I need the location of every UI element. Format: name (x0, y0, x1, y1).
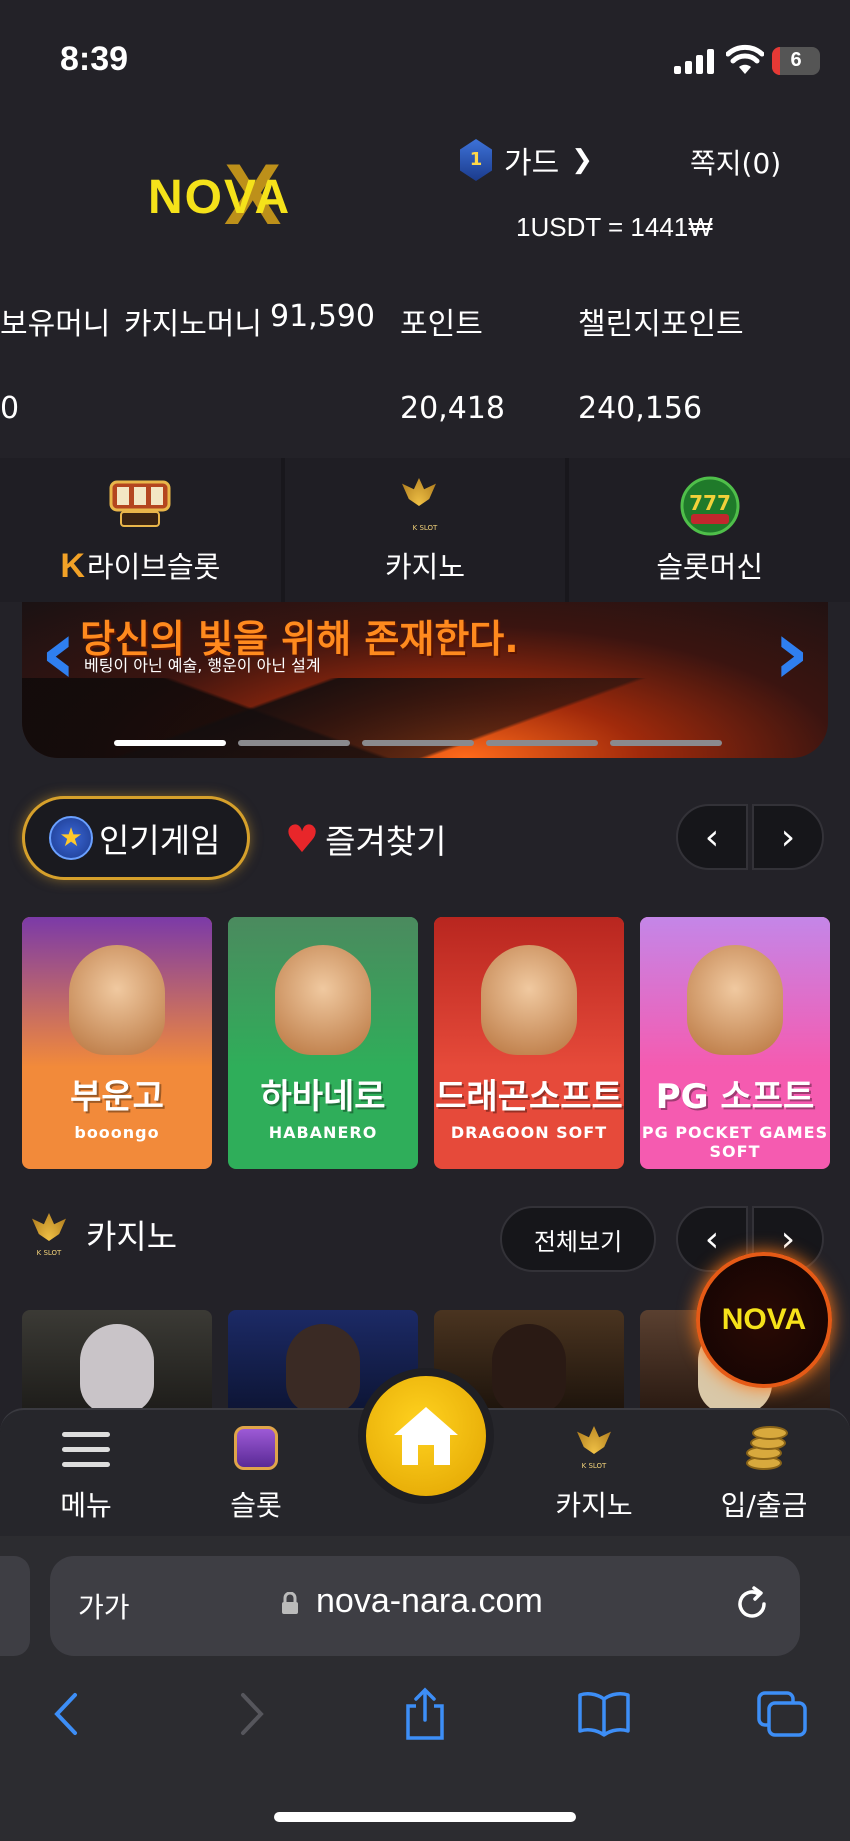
banner-dot[interactable] (486, 740, 598, 746)
banner-dot[interactable] (610, 740, 722, 746)
nova-logo[interactable]: X NOVA (148, 140, 328, 243)
star-icon: ★ (49, 816, 93, 860)
challenge-point-value: 240,156 (578, 391, 703, 426)
games-carousel-nav: ‹ › (676, 804, 824, 870)
banner-dot[interactable] (238, 740, 350, 746)
tab-popular-games[interactable]: ★ 인기게임 (22, 796, 250, 880)
bookmarks-icon[interactable] (574, 1686, 634, 1742)
k-slot-lotus-icon (567, 1424, 621, 1470)
game-provider-card[interactable]: 드래곤소프트 DRAGOON SOFT (434, 917, 624, 1169)
game-provider-card[interactable]: 부운고 booongo (22, 917, 212, 1169)
k-slot-lotus-icon (22, 1211, 76, 1257)
battery-icon: 6 (772, 47, 820, 75)
chevron-down-icon: ❯ (571, 145, 593, 175)
banner-pagination (114, 740, 722, 746)
game-provider-title: 부운고 (70, 1077, 164, 1117)
game-provider-brand: HABANERO (268, 1123, 378, 1142)
game-mascot-image (69, 945, 165, 1055)
k-slot-lotus-icon (392, 476, 458, 532)
app-screen: 8:39 6 X NOVA 1 가드 ❯ 쪽지(0) 1USDT = 1441₩… (0, 0, 850, 1841)
games-next-button[interactable]: › (752, 804, 824, 870)
game-provider-title: PG 소프트 (655, 1077, 815, 1117)
banner-dot[interactable] (114, 740, 226, 746)
url-host: nova-nara.com (316, 1582, 543, 1620)
rank-badge-icon: 1 (460, 139, 492, 181)
browser-chrome: 가가 nova-nara.com (0, 1536, 850, 1841)
hold-money-label: 보유머니 (0, 307, 111, 342)
game-provider-title: 드래곤소프트 (435, 1077, 623, 1117)
wifi-icon (726, 44, 764, 74)
casino-section-header: 카지노 (22, 1210, 177, 1258)
casino-money-label: 카지노머니 (124, 307, 262, 342)
game-provider-brand: DRAGOON SOFT (450, 1123, 608, 1142)
game-provider-brand: booongo (74, 1123, 160, 1142)
floating-nova-button[interactable]: NOVA (696, 1252, 832, 1388)
hamburger-icon (62, 1432, 110, 1477)
status-time: 8:39 (60, 40, 129, 78)
banner-prev-icon[interactable]: ‹ (40, 608, 77, 698)
banner-dot[interactable] (362, 740, 474, 746)
cellular-signal-icon (674, 48, 714, 74)
category-live-slot[interactable]: K라이브슬롯 (0, 458, 281, 602)
tab-favorites[interactable]: ♥ 즐겨찾기 (285, 806, 447, 872)
banner-next-icon[interactable]: › (773, 608, 810, 698)
heart-icon: ♥ (285, 817, 320, 861)
text-size-button[interactable]: 가가 (78, 1586, 130, 1626)
view-all-button[interactable]: 전체보기 (500, 1206, 656, 1272)
game-provider-brand: PG POCKET GAMES SOFT (641, 1123, 829, 1161)
home-button[interactable] (358, 1368, 494, 1504)
share-icon[interactable] (398, 1686, 452, 1742)
reload-icon[interactable] (730, 1582, 774, 1626)
game-mascot-image (481, 945, 577, 1055)
rank-name: 가드 (504, 146, 560, 181)
game-mascot-image (687, 945, 783, 1055)
slot-machine-icon (234, 1426, 278, 1470)
battery-level: 6 (790, 49, 802, 71)
address-bar[interactable]: 가가 nova-nara.com (50, 1556, 800, 1656)
status-bar: 8:39 6 (0, 0, 850, 110)
live-slot-icon (109, 480, 171, 527)
casino-money-value: 91,590 (270, 299, 375, 334)
svg-text:777: 777 (689, 491, 731, 515)
point-value: 20,418 (400, 391, 505, 426)
balance-panel: 보유머니 카지노머니 91,590 포인트 챌린지포인트 0 20,418 24… (0, 265, 850, 455)
point-label: 포인트 (400, 307, 483, 342)
dealer-card[interactable] (22, 1310, 212, 1410)
category-bar: K라이브슬롯 카지노 777 슬롯머신 (0, 458, 850, 602)
home-indicator (274, 1812, 576, 1822)
777-slots-icon: 777 (680, 476, 740, 536)
games-prev-button[interactable]: ‹ (676, 804, 748, 870)
banner-subtitle: 베팅이 아닌 예술, 행운이 아닌 설계 (84, 656, 321, 675)
game-mascot-image (275, 945, 371, 1055)
lock-icon (282, 1592, 298, 1614)
previous-tab-preview[interactable] (0, 1556, 30, 1656)
game-provider-card[interactable]: PG 소프트 PG POCKET GAMES SOFT (640, 917, 830, 1169)
rank-dropdown[interactable]: 1 가드 ❯ (460, 138, 593, 182)
category-casino[interactable]: 카지노 (284, 458, 566, 602)
exchange-rate: 1USDT = 1441₩ (516, 212, 713, 242)
category-slot-machine[interactable]: 777 슬롯머신 (569, 458, 850, 602)
messages-link[interactable]: 쪽지(0) (690, 142, 781, 182)
game-provider-title: 하바네로 (260, 1077, 386, 1117)
back-icon[interactable] (46, 1686, 86, 1742)
game-provider-card[interactable]: 하바네로 HABANERO (228, 917, 418, 1169)
casino-section-title: 카지노 (86, 1217, 178, 1256)
site-header: X NOVA 1 가드 ❯ 쪽지(0) 1USDT = 1441₩ (0, 110, 850, 260)
coins-icon (738, 1426, 790, 1474)
forward-icon[interactable] (232, 1686, 272, 1742)
tabs-icon[interactable] (754, 1686, 810, 1742)
promo-banner[interactable]: 당신의 빛을 위해 존재한다. 베팅이 아닌 예술, 행운이 아닌 설계 ‹ › (22, 602, 828, 758)
game-provider-list: 부운고 booongo 하바네로 HABANERO 드래곤소프트 DRAGOON SOFT… (22, 917, 830, 1169)
home-icon (394, 1407, 458, 1465)
challenge-point-label: 챌린지포인트 (578, 307, 744, 342)
hold-money-value: 0 (0, 391, 20, 426)
